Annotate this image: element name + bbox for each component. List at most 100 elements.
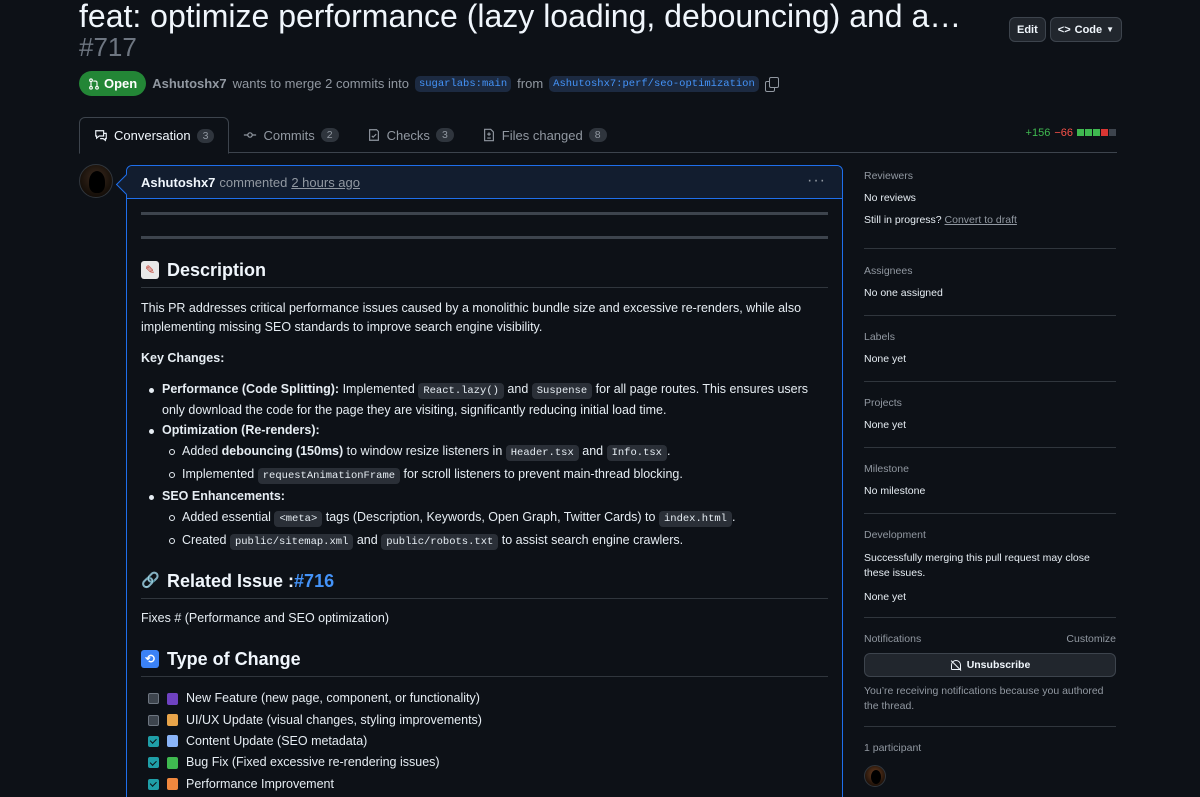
item-text: and: [503, 382, 532, 396]
item-text: .: [731, 510, 736, 524]
participant-avatar[interactable]: [864, 765, 886, 787]
issue-link[interactable]: #716: [294, 571, 334, 591]
task-label: Content Update (SEO metadata): [186, 733, 368, 748]
projects-heading[interactable]: Projects: [864, 397, 902, 409]
task-list-item: New Feature (new page, component, or fun…: [141, 688, 828, 709]
comment-author[interactable]: Ashutoshx7: [141, 175, 215, 190]
participants-section: 1 participant: [864, 727, 1116, 787]
diffstat: +156 −66: [1026, 127, 1117, 139]
tab-label: Commits: [263, 127, 315, 143]
item-text: and: [353, 533, 382, 547]
item-text: .: [667, 444, 671, 458]
head-branch[interactable]: Ashutoshx7:perf/seo-optimization: [549, 75, 759, 92]
diffstat-box: [1101, 129, 1108, 136]
git-pull-request-icon: [89, 77, 99, 90]
tab-count: 3: [435, 128, 454, 142]
pr-tabs: Conversation 3 Commits 2 Checks 3 Files …: [79, 117, 1117, 154]
emoji-icon: [167, 735, 178, 748]
item-text: Added essential: [182, 510, 275, 524]
emoji-icon: [167, 692, 178, 705]
notifications-section: Notifications Customize Unsubscribe You’…: [864, 618, 1116, 727]
inline-code: public/robots.txt: [381, 534, 499, 550]
comment-action: commented: [219, 174, 288, 190]
related-issue-heading: 🔗 Related Issue : #716: [141, 568, 828, 599]
assignees-heading[interactable]: Assignees: [864, 265, 912, 277]
tab-label: Files changed: [501, 127, 583, 143]
task-label: Bug Fix (Fixed excessive re-rendering is…: [186, 755, 440, 770]
task-checkbox[interactable]: [148, 757, 159, 769]
comment-time[interactable]: 2 hours ago: [291, 175, 360, 190]
reviewers-section: Reviewers No reviews Still in progress? …: [864, 165, 1116, 249]
list-item: SEO Enhancements: Added essential <meta>…: [141, 487, 828, 552]
pr-number: #717: [79, 32, 137, 62]
task-checkbox[interactable]: [148, 714, 159, 726]
copy-icon[interactable]: [764, 76, 779, 92]
assignees-value: No one assigned: [864, 287, 943, 299]
milestone-section: Milestone No milestone: [864, 448, 1116, 514]
reviewers-heading[interactable]: Reviewers: [864, 170, 913, 182]
deletions-count: −66: [1054, 127, 1073, 139]
heading-text: Description: [167, 259, 267, 280]
edit-button[interactable]: Edit: [1009, 17, 1046, 42]
pr-title-row: feat: optimize performance (lazy loading…: [79, 0, 979, 40]
item-text: Implemented: [339, 382, 419, 396]
task-checkbox[interactable]: [148, 778, 159, 790]
header-actions: Edit <> Code ▼: [1009, 17, 1123, 42]
projects-value: None yet: [864, 419, 907, 431]
inline-code: index.html: [658, 511, 732, 527]
development-heading[interactable]: Development: [864, 529, 926, 541]
tab-checks[interactable]: Checks 3: [353, 117, 468, 153]
projects-section: Projects None yet: [864, 382, 1116, 448]
description-heading: ✎ Description: [141, 257, 828, 288]
git-commit-icon: [244, 132, 257, 138]
code-icon: <>: [1057, 23, 1071, 36]
task-list: New Feature (new page, component, or fun…: [141, 688, 828, 795]
description-paragraph: This PR addresses critical performance i…: [141, 301, 802, 334]
type-of-change-heading: ⟲ Type of Change: [141, 646, 828, 677]
customize-link[interactable]: Customize: [1066, 633, 1116, 645]
kebab-horizontal-icon[interactable]: ···: [807, 173, 826, 189]
item-text: Implemented: [182, 467, 258, 481]
sub-list-item: Created public/sitemap.xml and public/ro…: [162, 531, 828, 552]
tab-conversation[interactable]: Conversation 3: [79, 117, 230, 154]
author-avatar[interactable]: [79, 164, 113, 198]
horizontal-rule: [141, 236, 828, 239]
task-checkbox[interactable]: [148, 693, 159, 705]
sub-list: Added debouncing (150ms) to window resiz…: [162, 442, 828, 486]
heading-text: Type of Change: [167, 648, 301, 669]
inline-code: React.lazy(): [418, 383, 504, 399]
author-link[interactable]: Ashutoshx7: [152, 76, 226, 91]
task-label: UI/UX Update (visual changes, styling im…: [186, 712, 482, 727]
item-text: for scroll listeners to prevent main-thr…: [400, 467, 683, 481]
item-bold: debouncing (150ms): [221, 444, 344, 458]
task-checkbox[interactable]: [148, 735, 159, 747]
labels-heading[interactable]: Labels: [864, 331, 895, 343]
merge-text: wants to merge 2 commits into: [232, 76, 409, 91]
unsubscribe-button[interactable]: Unsubscribe: [864, 653, 1116, 677]
code-button[interactable]: <> Code ▼: [1049, 17, 1123, 42]
base-branch[interactable]: sugarlabs:main: [414, 75, 512, 92]
tab-files-changed[interactable]: Files changed 8: [468, 117, 621, 153]
convert-to-draft-link[interactable]: Convert to draft: [945, 214, 1017, 226]
labels-section: Labels None yet: [864, 316, 1116, 382]
pr-title: feat: optimize performance (lazy loading…: [79, 0, 974, 34]
development-value: None yet: [864, 591, 907, 603]
progress-text: Still in progress?: [864, 214, 942, 226]
diffstat-bar: [1077, 127, 1117, 139]
item-label: SEO Enhancements:: [162, 489, 285, 503]
draft-row: Still in progress? Convert to draft: [864, 214, 1017, 226]
inline-code: Suspense: [531, 383, 593, 399]
task-list-item: Bug Fix (Fixed excessive re-rendering is…: [141, 752, 828, 773]
item-label: Optimization (Re-renders):: [162, 423, 320, 437]
tab-commits[interactable]: Commits 2: [229, 117, 352, 153]
task-list-item: UI/UX Update (visual changes, styling im…: [141, 709, 828, 730]
emoji-icon: [167, 714, 178, 727]
unsubscribe-label: Unsubscribe: [966, 659, 1031, 671]
item-label: Performance (Code Splitting):: [162, 382, 340, 396]
diffstat-box: [1077, 129, 1084, 136]
tab-count: 8: [588, 128, 607, 142]
tab-count: 2: [320, 128, 339, 142]
tab-label: Checks: [386, 127, 430, 143]
milestone-heading[interactable]: Milestone: [864, 463, 909, 475]
labels-value: None yet: [864, 353, 907, 365]
